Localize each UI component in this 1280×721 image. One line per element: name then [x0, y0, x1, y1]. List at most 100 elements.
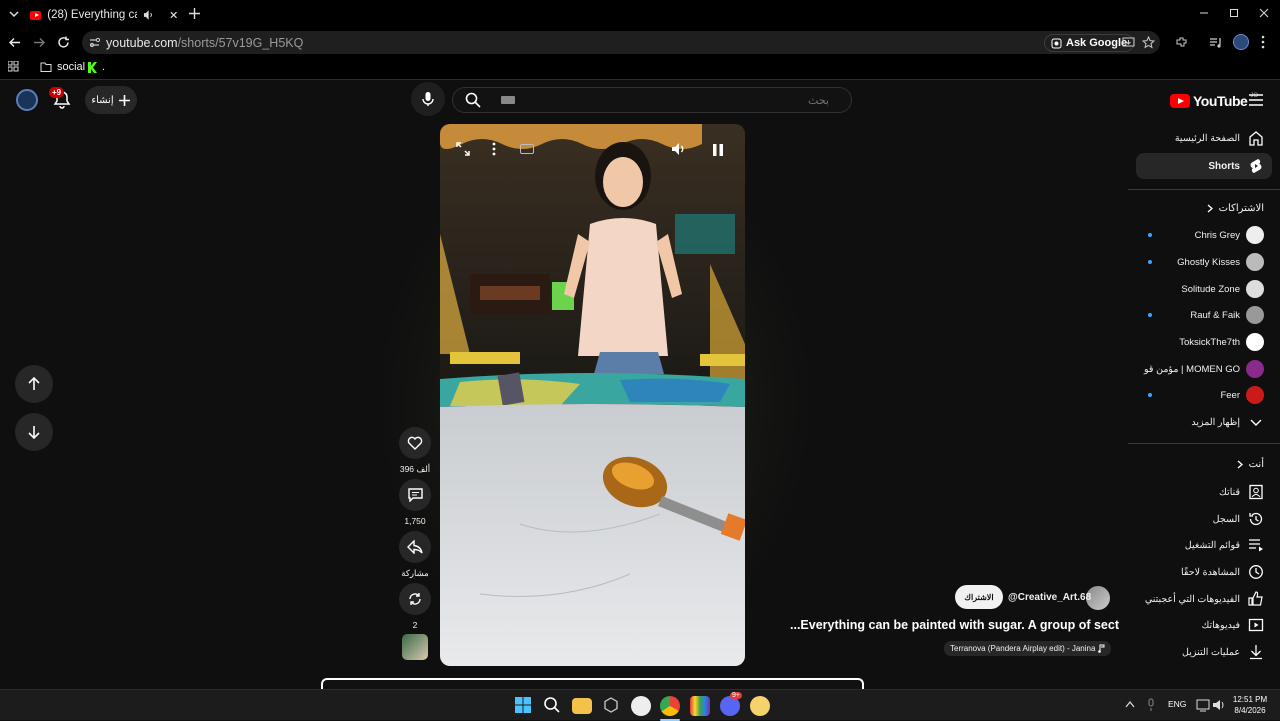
- forward-icon[interactable]: [33, 36, 46, 49]
- sidebar-item-home[interactable]: الصفحة الرئيسية: [1136, 125, 1272, 151]
- volume-icon[interactable]: [671, 142, 687, 156]
- volume-tray-icon[interactable]: [1212, 698, 1226, 712]
- clock-app-icon[interactable]: [631, 696, 651, 716]
- media-controls-icon[interactable]: [1209, 36, 1223, 49]
- youtube-logo[interactable]: YouTube JO: [1170, 93, 1258, 109]
- sidebar-item-your-channel[interactable]: قناتك: [1136, 479, 1272, 505]
- search-input[interactable]: [523, 90, 843, 110]
- subscription-name: Chris Grey: [1194, 229, 1240, 241]
- tab-close-icon[interactable]: [169, 10, 178, 20]
- create-label: إنشاء: [91, 94, 114, 106]
- app-cube-icon[interactable]: [602, 696, 622, 716]
- bookmark-social[interactable]: social: [40, 61, 85, 73]
- create-button[interactable]: إنشاء: [85, 86, 137, 114]
- browser-tab-bar: (28) Everything can be paint: [0, 0, 1280, 28]
- discord-icon[interactable]: 9+: [720, 692, 742, 716]
- sound-thumbnail[interactable]: [402, 634, 428, 660]
- emoji-app-icon[interactable]: [750, 696, 770, 716]
- channel-name[interactable]: @Creative_Art.68: [1008, 592, 1091, 603]
- short-title[interactable]: ...Everything can be painted with sugar.…: [790, 618, 1119, 632]
- microphone-tray-icon[interactable]: [1147, 698, 1155, 712]
- subscription-feer[interactable]: Feer: [1136, 382, 1272, 408]
- maximize-icon[interactable]: [1229, 8, 1239, 18]
- keyboard-icon[interactable]: [501, 96, 515, 104]
- subscription-name: Solitude Zone: [1181, 283, 1240, 295]
- subscribe-button[interactable]: الاشتراك: [955, 585, 1003, 609]
- next-short-button[interactable]: [15, 413, 53, 451]
- subscription-solitude-zone[interactable]: Solitude Zone: [1136, 276, 1272, 302]
- pause-icon[interactable]: [712, 143, 724, 157]
- account-avatar[interactable]: [16, 89, 38, 111]
- subscription-toksickthe7th[interactable]: ToksickThe7th: [1136, 329, 1272, 355]
- sidebar-item-label: الصفحة الرئيسية: [1174, 132, 1240, 144]
- sidebar-item-shorts[interactable]: Shorts: [1136, 153, 1272, 179]
- music-note-icon: [1098, 644, 1105, 653]
- subscription-rauf-faik[interactable]: Rauf & Faik: [1136, 302, 1272, 328]
- like-button[interactable]: [399, 427, 431, 459]
- back-icon[interactable]: [8, 36, 21, 49]
- install-app-icon[interactable]: [1122, 36, 1135, 49]
- subscription-name: Ghostly Kisses: [1177, 256, 1240, 268]
- tray-overflow-icon[interactable]: [1125, 700, 1135, 708]
- bookmark-kick[interactable]: .: [88, 61, 105, 73]
- remix-button[interactable]: [399, 583, 431, 615]
- fullscreen-icon[interactable]: [456, 142, 470, 156]
- search-button[interactable]: [465, 92, 481, 108]
- previous-short-button[interactable]: [15, 365, 53, 403]
- start-button[interactable]: [514, 696, 534, 716]
- sidebar-item-your-videos[interactable]: فيديوهاتك: [1136, 612, 1272, 638]
- channel-avatar: [1246, 306, 1264, 324]
- chrome-icon[interactable]: [660, 696, 680, 716]
- share-button[interactable]: [399, 531, 431, 563]
- hamburger-menu-icon: [1249, 94, 1263, 106]
- sidebar-item-history[interactable]: السجل: [1136, 506, 1272, 532]
- subscription-momen-go[interactable]: مؤمن قو | MOMEN GO: [1136, 356, 1272, 382]
- subscription-chris-grey[interactable]: Chris Grey: [1136, 222, 1272, 248]
- clock[interactable]: 12:51 PM 8/4/2026: [1228, 694, 1272, 716]
- taskbar-search-button[interactable]: [543, 696, 563, 716]
- notifications-button[interactable]: +9: [49, 87, 72, 110]
- chrome-menu-icon[interactable]: [1261, 35, 1265, 49]
- minimize-icon[interactable]: [1199, 8, 1209, 18]
- ask-google-button[interactable]: Ask Google: [1044, 34, 1135, 52]
- subscriptions-header[interactable]: الاشتراكات: [1207, 203, 1264, 214]
- sidebar-item-liked-videos[interactable]: الفيديوهات التي أعجبتني: [1136, 586, 1272, 612]
- youtube-logo-text: YouTube: [1193, 93, 1248, 109]
- url-text: youtube.com/shorts/57v19G_H5KQ: [106, 35, 304, 50]
- search-icon: [465, 92, 481, 108]
- language-indicator[interactable]: ENG: [1168, 699, 1186, 709]
- browser-tab[interactable]: (28) Everything can be paint: [24, 2, 184, 28]
- guide-menu-button[interactable]: [1249, 94, 1263, 106]
- sidebar-item-playlists[interactable]: قوائم التشغيل: [1136, 532, 1272, 558]
- captions-icon[interactable]: [520, 144, 534, 154]
- your-videos-icon: [1248, 618, 1264, 632]
- site-info-icon[interactable]: [88, 36, 101, 49]
- more-options-icon[interactable]: [492, 142, 496, 156]
- network-icon[interactable]: [1196, 698, 1210, 712]
- music-title: Terranova (Pandera Airplay edit) - Janin…: [950, 644, 1096, 653]
- profile-avatar[interactable]: [1233, 34, 1249, 50]
- address-bar[interactable]: youtube.com/shorts/57v19G_H5KQ Ask Googl…: [82, 31, 1160, 54]
- window-close-icon[interactable]: [1259, 8, 1269, 18]
- tab-search-chevron-icon[interactable]: [8, 8, 20, 20]
- apps-grid-icon[interactable]: [8, 61, 19, 72]
- file-explorer-icon[interactable]: [572, 698, 592, 714]
- short-video-player[interactable]: [440, 124, 745, 666]
- channel-avatar: [1246, 253, 1264, 271]
- bookmark-star-icon[interactable]: [1142, 36, 1155, 49]
- comments-button[interactable]: [399, 479, 431, 511]
- color-app-icon[interactable]: [690, 696, 710, 716]
- new-tab-icon[interactable]: [188, 7, 201, 20]
- extensions-icon[interactable]: [1175, 36, 1188, 49]
- sidebar-divider: [1128, 189, 1280, 190]
- channel-icon: [1249, 484, 1263, 500]
- reload-icon[interactable]: [57, 36, 70, 49]
- sidebar-item-watch-later[interactable]: المشاهدة لاحقًا: [1136, 559, 1272, 585]
- share-action: مشاركة: [399, 531, 431, 579]
- you-header[interactable]: أنت: [1237, 459, 1264, 470]
- music-pill[interactable]: Terranova (Pandera Airplay edit) - Janin…: [944, 641, 1112, 656]
- subscription-ghostly-kisses[interactable]: Ghostly Kisses: [1136, 249, 1272, 275]
- show-more-button[interactable]: إظهار المزيد: [1136, 409, 1272, 435]
- speaker-icon[interactable]: [143, 9, 154, 21]
- sidebar-item-downloads[interactable]: عمليات التنزيل: [1136, 639, 1272, 665]
